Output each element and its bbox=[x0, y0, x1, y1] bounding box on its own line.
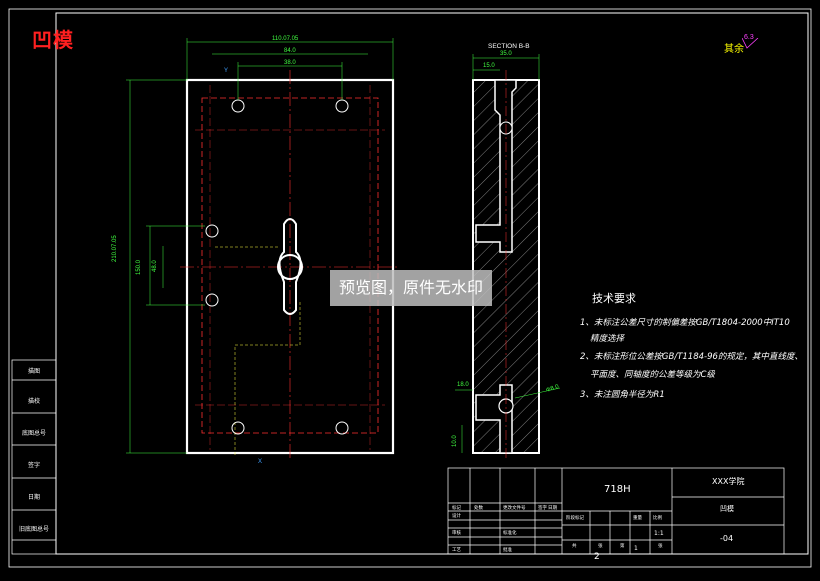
tb-label-sheets-b: 张 bbox=[658, 544, 663, 549]
dim-hole-span-c: 150.0 bbox=[136, 259, 142, 275]
tb-label-design: 设计 bbox=[452, 514, 461, 519]
tb-label-date: 日期 bbox=[548, 506, 557, 511]
drawing-title: 凹模 bbox=[32, 28, 74, 52]
section-dim-left-offset: 18.0 bbox=[457, 382, 469, 388]
section-view bbox=[455, 54, 561, 460]
tech-line-1: 1、未标注公差尺寸的制偏差按GB/T1804-2000中IT10 bbox=[580, 318, 790, 328]
tech-line-5: 3、未注圆角半径为R1 bbox=[580, 390, 665, 400]
section-dim-top-width: 35.0 bbox=[500, 51, 512, 57]
tb-label-mark: 标记 bbox=[452, 506, 461, 511]
dim-hole-span-b: 38.0 bbox=[284, 60, 296, 66]
hole-bottom-right bbox=[335, 421, 349, 435]
preview-watermark: 预览图，原件无水印 bbox=[330, 270, 492, 306]
front-view-outline bbox=[185, 78, 395, 455]
section-dim-top-offset: 15.0 bbox=[483, 63, 495, 69]
tb-label-total: 共 bbox=[572, 544, 577, 549]
tech-line-3: 2、未标注形位公差按GB/T1184-96的规定，其中直线度、 bbox=[580, 352, 803, 362]
roughness-symbol-icon bbox=[742, 38, 759, 49]
hole-mid-lower-left bbox=[205, 293, 219, 307]
tb-sheet: 2 bbox=[594, 552, 600, 562]
tb-part-name: 凹模 bbox=[720, 505, 734, 513]
front-view bbox=[126, 38, 400, 460]
section-dim-bottom-height: 10.0 bbox=[452, 435, 458, 447]
hole-bottom-left bbox=[231, 421, 245, 435]
tb-label-standard: 标准化 bbox=[503, 531, 517, 536]
tb-material: 718H bbox=[604, 484, 631, 495]
side-label-trace-check: 描校 bbox=[27, 398, 40, 405]
tb-label-sign: 签字 bbox=[538, 506, 547, 511]
tech-line-4: 平面度、同轴度的公差等级为C级 bbox=[590, 370, 715, 380]
tb-label-weight: 重量 bbox=[633, 516, 642, 521]
tech-line-2: 精度选择 bbox=[590, 334, 625, 344]
axis-label-x: X bbox=[258, 459, 263, 465]
cad-drawing: 凹模 110.07.05 84.0 38.0 210.07.05 150.0 4… bbox=[0, 0, 820, 576]
dim-hole-span-a: 84.0 bbox=[284, 48, 296, 54]
dim-overall-height: 210.07.05 bbox=[112, 235, 118, 262]
tb-sheet-count: 1 bbox=[634, 545, 638, 552]
dim-slot-span: 48.0 bbox=[152, 260, 158, 272]
roughness-label: 其余 bbox=[724, 44, 744, 55]
side-label-base-no: 底图总号 bbox=[21, 430, 46, 437]
side-label-trace: 描图 bbox=[27, 368, 40, 375]
tb-drawing-no: -04 bbox=[720, 534, 734, 543]
tb-label-count: 处数 bbox=[474, 506, 483, 511]
hole-mid-upper-left bbox=[205, 224, 219, 238]
hole-top-left bbox=[231, 99, 245, 113]
tb-scale: 1:1 bbox=[654, 530, 664, 537]
side-label-old-base-no: 旧底图总号 bbox=[18, 526, 49, 533]
section-title: SECTION B-B bbox=[488, 43, 530, 50]
tech-title: 技术要求 bbox=[592, 292, 636, 305]
tb-label-sheets-a: 张 bbox=[598, 544, 603, 549]
side-label-sign: 签字 bbox=[27, 462, 40, 469]
tb-label-stage: 阶段标记 bbox=[566, 516, 584, 521]
tb-company: XXX学院 bbox=[712, 477, 745, 486]
tb-label-of: 第 bbox=[620, 544, 625, 549]
side-label-date: 日期 bbox=[27, 494, 40, 501]
tb-label-approve: 批准 bbox=[503, 548, 512, 553]
tb-label-process: 工艺 bbox=[452, 548, 461, 553]
hole-top-right bbox=[335, 99, 349, 113]
dim-overall-width: 110.07.05 bbox=[272, 36, 299, 42]
tb-label-review: 审核 bbox=[452, 531, 461, 536]
tb-label-change-doc: 更改文件号 bbox=[503, 506, 526, 511]
axis-label-y: Y bbox=[224, 68, 229, 74]
tb-label-scale: 比例 bbox=[653, 516, 662, 521]
